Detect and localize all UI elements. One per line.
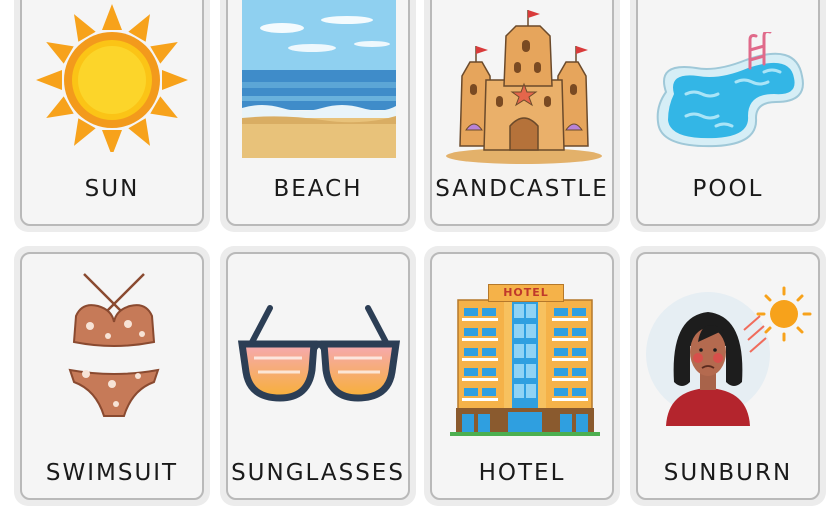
hotel-icon: HOTEL [448,272,602,442]
sunburn-icon [646,286,812,426]
flashcard-beach: BEACH [220,0,416,232]
card-label-sunburn: SUNBURN [663,460,793,486]
flashcard-sunburn: SUNBURN [630,246,826,506]
swimsuit-icon [68,273,160,417]
card-frame: SANDCASTLE [430,0,614,226]
card-label-hotel: HOTEL [478,460,566,486]
pool-icon [656,32,804,148]
flashcard-sun: SUN [14,0,210,232]
card-frame: POOL [636,0,820,226]
beach-icon [242,0,396,158]
card-label-sun: SUN [84,176,140,202]
card-frame: BEACH [226,0,410,226]
card-label-sandcastle: SANDCASTLE [435,176,609,202]
flashcard-pool: POOL [630,0,826,232]
sunglasses-icon [237,305,401,402]
sun-icon [36,4,188,152]
flashcard-sunglasses: SUNGLASSES [220,246,416,506]
flashcard-swimsuit: SWIMSUIT [14,246,210,506]
card-frame: SWIMSUIT [20,252,204,500]
flashcard-sandcastle: SANDCASTLE [424,0,620,232]
hotel-sign: HOTEL [488,284,564,302]
card-frame: HOTEL HOTEL [430,252,614,500]
card-frame: SUNBURN [636,252,820,500]
card-label-pool: POOL [692,176,764,202]
card-label-beach: BEACH [273,176,363,202]
card-label-swimsuit: SWIMSUIT [45,460,179,486]
sandcastle-icon [446,10,602,164]
card-label-sunglasses: SUNGLASSES [231,460,405,486]
card-frame: SUNGLASSES [226,252,410,500]
flashcard-hotel: HOTEL HOTEL [424,246,620,506]
card-frame: SUN [20,0,204,226]
